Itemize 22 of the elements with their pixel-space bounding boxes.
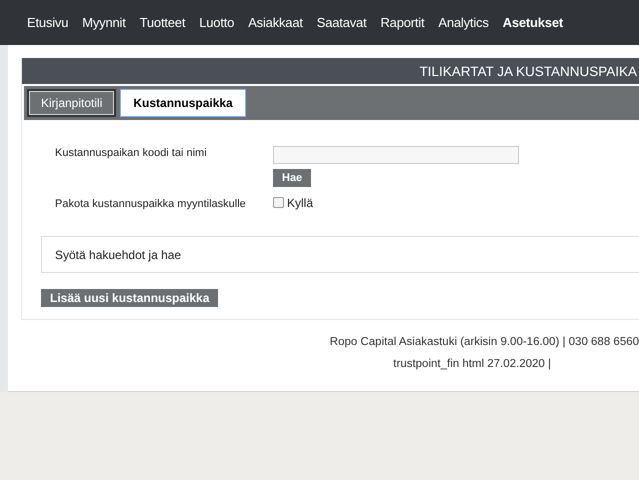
results-message: Syötä hakuehdot ja hae: [55, 248, 182, 262]
nav-link[interactable]: Asetukset: [502, 15, 563, 30]
field-label: Kustannuspaikan koodi tai nimi: [55, 146, 208, 161]
nav-link[interactable]: Tuotteet: [140, 15, 186, 30]
input-field[interactable]: [273, 146, 519, 164]
nav-link[interactable]: Analytics: [438, 15, 489, 30]
nav-link[interactable]: Myynnit: [82, 15, 126, 30]
nav-link[interactable]: Raportit: [380, 15, 424, 30]
add-button[interactable]: Lisää uusi kustannuspaikka: [41, 289, 218, 307]
footer-text: Ropo Capital Asiakastuki (arkisin 9.00-16.00) | 030 688 6560: [330, 336, 639, 348]
nav-link[interactable]: Saatavat: [316, 15, 366, 30]
checkbox[interactable]: [273, 197, 284, 208]
tab[interactable]: Kustannuspaikka: [120, 89, 246, 117]
checkbox-label: Kyllä: [287, 196, 314, 210]
nav-link[interactable]: Etusivu: [27, 15, 68, 30]
footer-text: trustpoint_fin html 27.02.2020 |: [393, 358, 551, 370]
nav-link[interactable]: Luotto: [199, 15, 234, 30]
search-button[interactable]: Hae: [273, 169, 312, 187]
nav-link[interactable]: Asiakkaat: [248, 15, 303, 30]
field-label: Pakota kustannuspaikka myyntilaskulle: [55, 197, 247, 210]
tab[interactable]: Kirjanpitotili: [27, 89, 116, 117]
page-title: TILIKARTAT JA KUSTANNUSPAIKA: [419, 64, 637, 78]
